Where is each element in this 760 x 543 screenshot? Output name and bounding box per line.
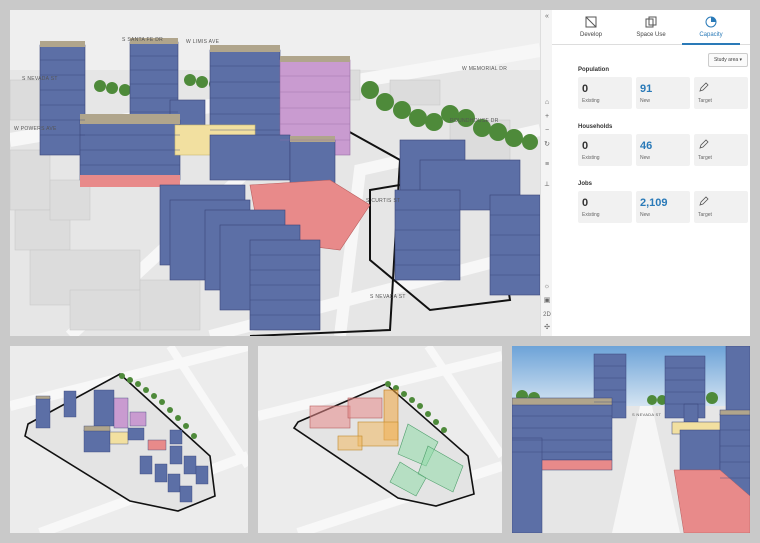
capacity-icon — [705, 16, 717, 28]
3d-buildings-svg — [10, 10, 540, 336]
tab-label: Space Use — [636, 32, 666, 38]
existing-label: Existing — [582, 98, 600, 104]
tab-develop[interactable]: Develop — [562, 10, 620, 44]
new-card: 46 New — [636, 134, 690, 166]
tilt-icon[interactable]: ▣ — [542, 296, 552, 306]
existing-value: 0 — [582, 83, 589, 95]
target-label: Target — [698, 155, 712, 161]
existing-value: 0 — [582, 140, 589, 152]
overview-3d-view[interactable] — [10, 346, 248, 533]
main-scene-view: S SANTA FE DR W LIMIS AVE S NEVADA ST W … — [10, 10, 750, 336]
overview-3d-svg — [10, 346, 248, 533]
street-label: S NEVADA ST — [632, 412, 662, 417]
zoom-in-icon[interactable]: + — [542, 112, 552, 122]
new-label: New — [640, 212, 651, 218]
3d-city-scene[interactable]: S SANTA FE DR W LIMIS AVE S NEVADA ST W … — [10, 10, 540, 336]
compass-icon[interactable]: ✣ — [542, 323, 552, 333]
existing-value: 0 — [582, 197, 589, 209]
pencil-icon — [699, 139, 709, 149]
street-label: S CURTIS ST — [366, 198, 401, 204]
measure-icon[interactable]: ⟂ — [542, 180, 552, 190]
existing-label: Existing — [582, 155, 600, 161]
street-label: S NEVADA ST — [370, 294, 406, 300]
target-card[interactable]: Target — [694, 191, 748, 223]
collapse-button[interactable]: « — [542, 12, 552, 22]
section-title-jobs: Jobs — [578, 181, 593, 187]
existing-label: Existing — [582, 212, 600, 218]
study-area-dropdown[interactable]: Study area ▾ — [708, 53, 748, 67]
target-card[interactable]: Target — [694, 77, 748, 109]
zoom-out-icon[interactable]: − — [542, 126, 552, 136]
panel-tabs: Develop Space Use Capacity — [552, 10, 750, 45]
street-level-svg — [512, 346, 750, 533]
pencil-icon — [699, 82, 709, 92]
sun-icon[interactable]: ☼ — [542, 282, 552, 292]
tab-label: Develop — [579, 32, 602, 38]
space-use-3d-view[interactable] — [258, 346, 502, 533]
street-level-view[interactable]: S NEVADA ST — [512, 346, 750, 533]
street-label: S SANTA FE DR — [122, 37, 164, 43]
tab-capacity[interactable]: Capacity — [682, 10, 740, 45]
new-value: 46 — [640, 140, 653, 152]
tab-space-use[interactable]: Space Use — [622, 10, 680, 44]
street-label: S NEVADA ST — [22, 76, 58, 82]
new-label: New — [640, 98, 651, 104]
existing-card: 0 Existing — [578, 191, 632, 223]
target-label: Target — [698, 98, 712, 104]
existing-card: 0 Existing — [578, 134, 632, 166]
new-card: 91 New — [636, 77, 690, 109]
section-title-households: Households — [578, 124, 613, 130]
new-value: 2,109 — [640, 197, 668, 209]
tab-label: Capacity — [699, 32, 723, 38]
space-use-icon — [645, 16, 657, 28]
home-icon[interactable]: ⌂ — [542, 98, 552, 108]
target-card[interactable]: Target — [694, 134, 748, 166]
capacity-side-panel: Develop Space Use Capacity Study area ▾ … — [552, 10, 750, 336]
street-label: W MEMORIAL DR — [462, 66, 508, 72]
street-label: W POWERS AVE — [14, 126, 57, 132]
street-label: ROUNDHOUSE DR — [450, 118, 499, 124]
new-value: 91 — [640, 83, 653, 95]
existing-card: 0 Existing — [578, 77, 632, 109]
rotate-icon[interactable]: ↻ — [542, 140, 552, 150]
view-2d-icon[interactable]: 2D — [542, 310, 552, 320]
target-label: Target — [698, 212, 712, 218]
section-title-population: Population — [578, 67, 609, 73]
street-label: W LIMIS AVE — [186, 39, 220, 45]
new-label: New — [640, 155, 651, 161]
new-card: 2,109 New — [636, 191, 690, 223]
space-use-3d-svg — [258, 346, 502, 533]
layers-icon[interactable]: ≡ — [542, 160, 552, 170]
develop-icon — [585, 16, 597, 28]
pencil-icon — [699, 196, 709, 206]
